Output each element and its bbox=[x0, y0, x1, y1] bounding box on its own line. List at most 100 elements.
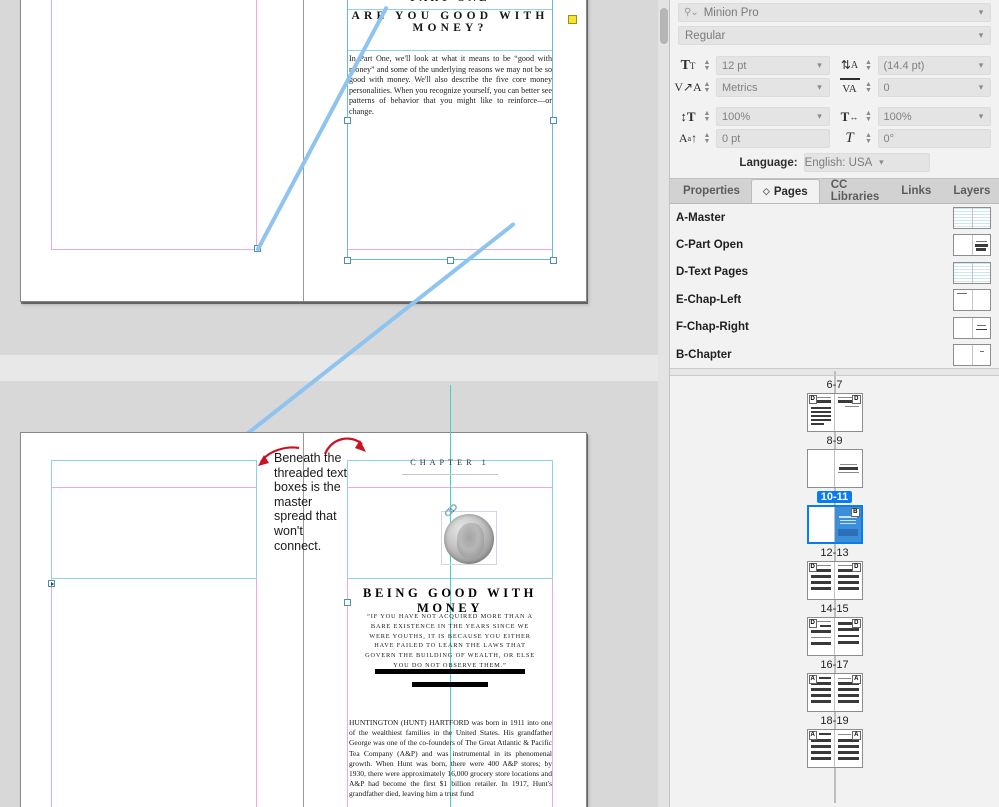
pages-list[interactable]: 6-7 D bbox=[670, 376, 999, 803]
link-icon[interactable]: 🔗 bbox=[444, 506, 458, 517]
tracking-group[interactable]: VA ▲▼ 0 ▾ bbox=[840, 78, 992, 97]
kerning-group[interactable]: V↗A ▲▼ Metrics ▾ bbox=[678, 78, 830, 97]
skew-group[interactable]: T ▲▼ 0° bbox=[840, 129, 992, 148]
canvas-vertical-scrollbar[interactable] bbox=[658, 0, 670, 807]
scrollbar-thumb[interactable] bbox=[660, 8, 668, 44]
part-body-text: In Part One, we'll look at what it means… bbox=[349, 54, 552, 118]
horizontal-scale-stepper[interactable]: ▲▼ bbox=[863, 111, 875, 123]
horizontal-scale-field[interactable]: 100% ▾ bbox=[878, 107, 992, 126]
master-row-e[interactable]: E-Chap-Left bbox=[670, 286, 999, 313]
handle-mid-left[interactable] bbox=[344, 117, 351, 124]
master-label: F-Chap-Right bbox=[676, 321, 749, 333]
page-left[interactable] bbox=[20, 0, 303, 302]
spread-thumbnail[interactable]: A A bbox=[807, 673, 863, 712]
font-size-stepper[interactable]: ▲▼ bbox=[701, 60, 713, 72]
right-panel-dock: ⚲⌄ Minion Pro ▾ Regular ▾ TT ▲▼ 12 pt ▾ bbox=[670, 0, 999, 807]
baseline-shift-group[interactable]: Aa↑ ▲▼ 0 pt bbox=[678, 129, 830, 148]
leading-stepper[interactable]: ▲▼ bbox=[863, 60, 875, 72]
skew-field[interactable]: 0° bbox=[878, 129, 992, 148]
tab-label: Links bbox=[901, 185, 931, 197]
chevron-down-icon[interactable]: ▾ bbox=[972, 82, 990, 93]
leading-field[interactable]: (14.4 pt) ▾ bbox=[878, 56, 992, 75]
tab-cc-libraries[interactable]: CC Libraries bbox=[820, 179, 891, 203]
chevron-down-icon[interactable]: ▾ bbox=[972, 30, 990, 41]
handle-bottom-center[interactable] bbox=[447, 257, 454, 264]
handle-mid-right[interactable] bbox=[550, 117, 557, 124]
spread-part-open[interactable]: PART ONE ARE YOU GOOD WITH MONEY? In Par… bbox=[20, 0, 587, 302]
language-field[interactable]: English: USA ▾ bbox=[804, 153, 930, 172]
page-spread-item[interactable]: 16-17 A bbox=[670, 656, 999, 712]
horizontal-scale-group[interactable]: T↔ ▲▼ 100% ▾ bbox=[840, 107, 992, 126]
spread-thumbnail[interactable] bbox=[807, 449, 863, 488]
tab-layers[interactable]: Layers bbox=[942, 179, 999, 203]
font-family-field[interactable]: ⚲⌄ Minion Pro ▾ bbox=[678, 3, 991, 22]
spread-label: 12-13 bbox=[816, 547, 852, 559]
spread-thumbnail-selected[interactable]: B bbox=[807, 505, 863, 544]
master-thumbnail[interactable] bbox=[953, 317, 991, 339]
chevron-down-icon[interactable]: ▾ bbox=[972, 7, 990, 18]
tracking-stepper[interactable]: ▲▼ bbox=[863, 82, 875, 94]
chevron-down-icon[interactable]: ▾ bbox=[811, 111, 829, 122]
master-label: B-Chapter bbox=[676, 349, 732, 361]
spread-thumbnail[interactable]: D D bbox=[807, 393, 863, 432]
spread-thumbnail[interactable]: A A bbox=[807, 729, 863, 768]
handle-bottom-left[interactable] bbox=[344, 257, 351, 264]
font-style-field[interactable]: Regular ▾ bbox=[678, 26, 991, 45]
left-frame-outport-handle[interactable] bbox=[48, 580, 55, 587]
tab-links[interactable]: Links bbox=[890, 179, 942, 203]
spread-thumbnail[interactable]: D D bbox=[807, 561, 863, 600]
thumb-page-right bbox=[972, 263, 991, 283]
master-thumbnail[interactable] bbox=[953, 344, 991, 366]
spread-thumbnail[interactable]: D D bbox=[807, 617, 863, 656]
tab-pages[interactable]: ◇ Pages bbox=[751, 179, 820, 203]
scale-row: ↕T ▲▼ 100% ▾ T↔ ▲▼ 100% ▾ bbox=[678, 107, 991, 126]
masters-pages-splitter[interactable] bbox=[670, 368, 999, 376]
page-spread-item[interactable]: 18-19 A bbox=[670, 712, 999, 768]
document-canvas[interactable]: PART ONE ARE YOU GOOD WITH MONEY? In Par… bbox=[0, 0, 658, 807]
handle-bottom-right[interactable] bbox=[550, 257, 557, 264]
page-spread-item[interactable]: 14-15 D D bbox=[670, 600, 999, 656]
master-label: D-Text Pages bbox=[676, 266, 748, 278]
selection-frame[interactable] bbox=[347, 0, 553, 260]
chevron-down-icon[interactable]: ▾ bbox=[811, 82, 829, 93]
page-spread-item[interactable]: 8-9 bbox=[670, 432, 999, 488]
skew-stepper[interactable]: ▲▼ bbox=[863, 133, 875, 145]
master-row-c[interactable]: C-Part Open bbox=[670, 231, 999, 258]
spread-label: 8-9 bbox=[823, 435, 847, 447]
vertical-scale-group[interactable]: ↕T ▲▼ 100% ▾ bbox=[678, 107, 830, 126]
tab-properties[interactable]: Properties bbox=[672, 179, 751, 203]
master-thumbnail[interactable] bbox=[953, 289, 991, 311]
overset-text-handle[interactable] bbox=[568, 15, 577, 24]
master-row-d[interactable]: D-Text Pages bbox=[670, 259, 999, 286]
page-spread-item[interactable]: 6-7 D bbox=[670, 376, 999, 432]
master-thumbnail[interactable] bbox=[953, 207, 991, 229]
nickel-coin-image[interactable] bbox=[444, 514, 494, 564]
master-row-a[interactable]: A-Master bbox=[670, 204, 999, 231]
master-row-b[interactable]: B-Chapter bbox=[670, 341, 999, 368]
leading-group[interactable]: ⇅A ▲▼ (14.4 pt) ▾ bbox=[840, 56, 992, 75]
kerning-tracking-row: V↗A ▲▼ Metrics ▾ VA ▲▼ 0 ▾ bbox=[678, 78, 991, 97]
chevron-down-icon[interactable]: ▾ bbox=[872, 157, 890, 168]
master-thumbnail[interactable] bbox=[953, 234, 991, 256]
page-spread-item-selected[interactable]: 10-11 B bbox=[670, 488, 999, 544]
tracking-field[interactable]: 0 ▾ bbox=[878, 78, 992, 97]
font-size-group[interactable]: TT ▲▼ 12 pt ▾ bbox=[678, 56, 830, 75]
chevron-down-icon[interactable]: ▾ bbox=[972, 111, 990, 122]
vertical-scale-field[interactable]: 100% ▾ bbox=[716, 107, 830, 126]
master-row-f[interactable]: F-Chap-Right bbox=[670, 314, 999, 341]
page-left[interactable] bbox=[20, 432, 303, 807]
baseline-shift-icon: Aa↑ bbox=[678, 129, 698, 148]
kerning-field[interactable]: Metrics ▾ bbox=[716, 78, 830, 97]
font-size-field[interactable]: 12 pt ▾ bbox=[716, 56, 830, 75]
master-thumbnail[interactable] bbox=[953, 262, 991, 284]
chevron-down-icon[interactable]: ▾ bbox=[811, 60, 829, 71]
page-spread-item[interactable]: 12-13 D bbox=[670, 544, 999, 600]
baseline-shift-stepper[interactable]: ▲▼ bbox=[701, 133, 713, 145]
chevron-down-icon[interactable]: ▾ bbox=[972, 60, 990, 71]
master-pages-list[interactable]: A-Master C-Part Open D-T bbox=[670, 204, 999, 368]
chapter-frame-handle[interactable] bbox=[344, 599, 351, 606]
baseline-shift-field[interactable]: 0 pt bbox=[716, 129, 830, 148]
kerning-stepper[interactable]: ▲▼ bbox=[701, 82, 713, 94]
thumb-page-right bbox=[972, 318, 991, 338]
vertical-scale-stepper[interactable]: ▲▼ bbox=[701, 111, 713, 123]
